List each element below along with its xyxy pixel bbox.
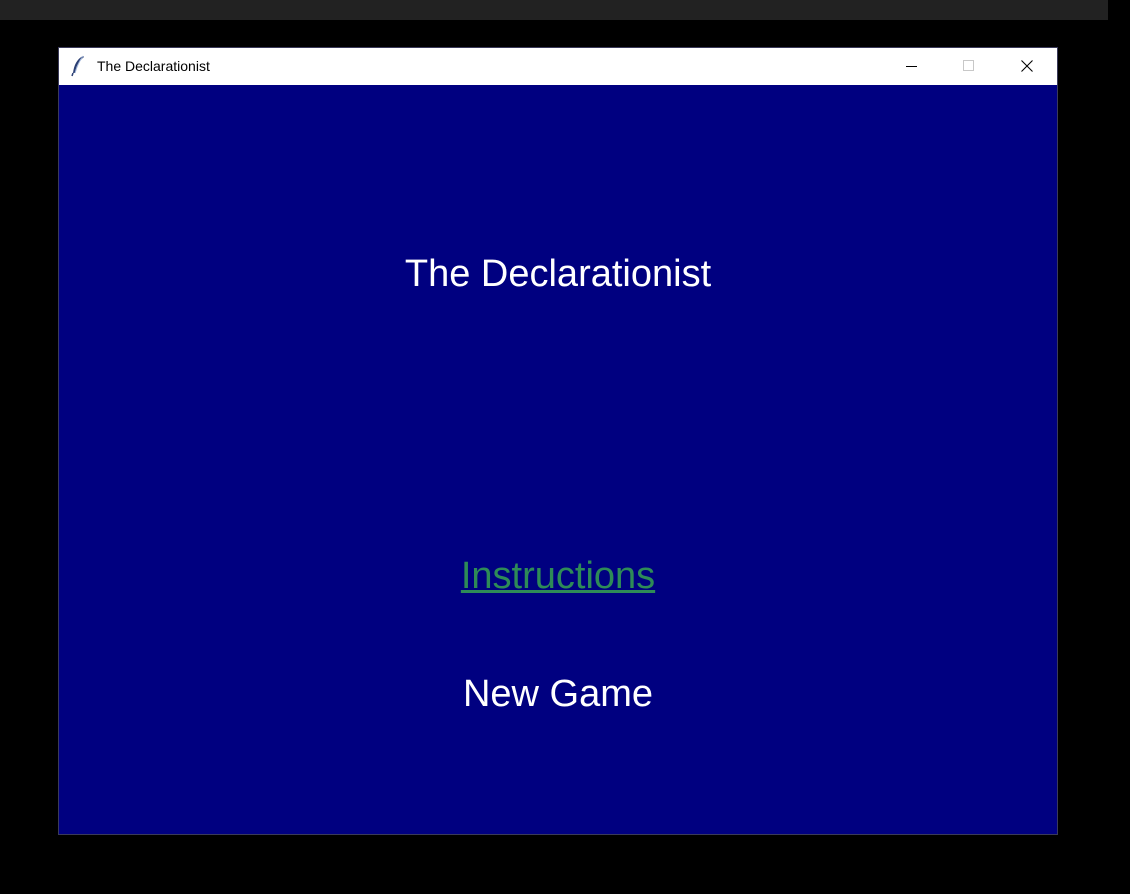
maximize-button[interactable] <box>946 48 992 85</box>
new-game-button[interactable]: New Game <box>59 672 1057 716</box>
close-icon <box>1021 60 1033 72</box>
app-window: The Declarationist The Declarationist In… <box>58 47 1058 835</box>
feather-icon <box>69 55 87 77</box>
window-title: The Declarationist <box>97 58 210 74</box>
title-bar[interactable]: The Declarationist <box>59 48 1057 85</box>
instructions-link[interactable]: Instructions <box>59 554 1057 598</box>
game-title: The Declarationist <box>404 253 712 295</box>
minimize-icon <box>906 66 917 67</box>
game-canvas: The Declarationist Instructions New Game <box>59 85 1057 834</box>
background-strip <box>0 0 1108 20</box>
minimize-button[interactable] <box>889 48 935 85</box>
maximize-icon <box>963 60 974 71</box>
close-button[interactable] <box>1004 48 1050 85</box>
